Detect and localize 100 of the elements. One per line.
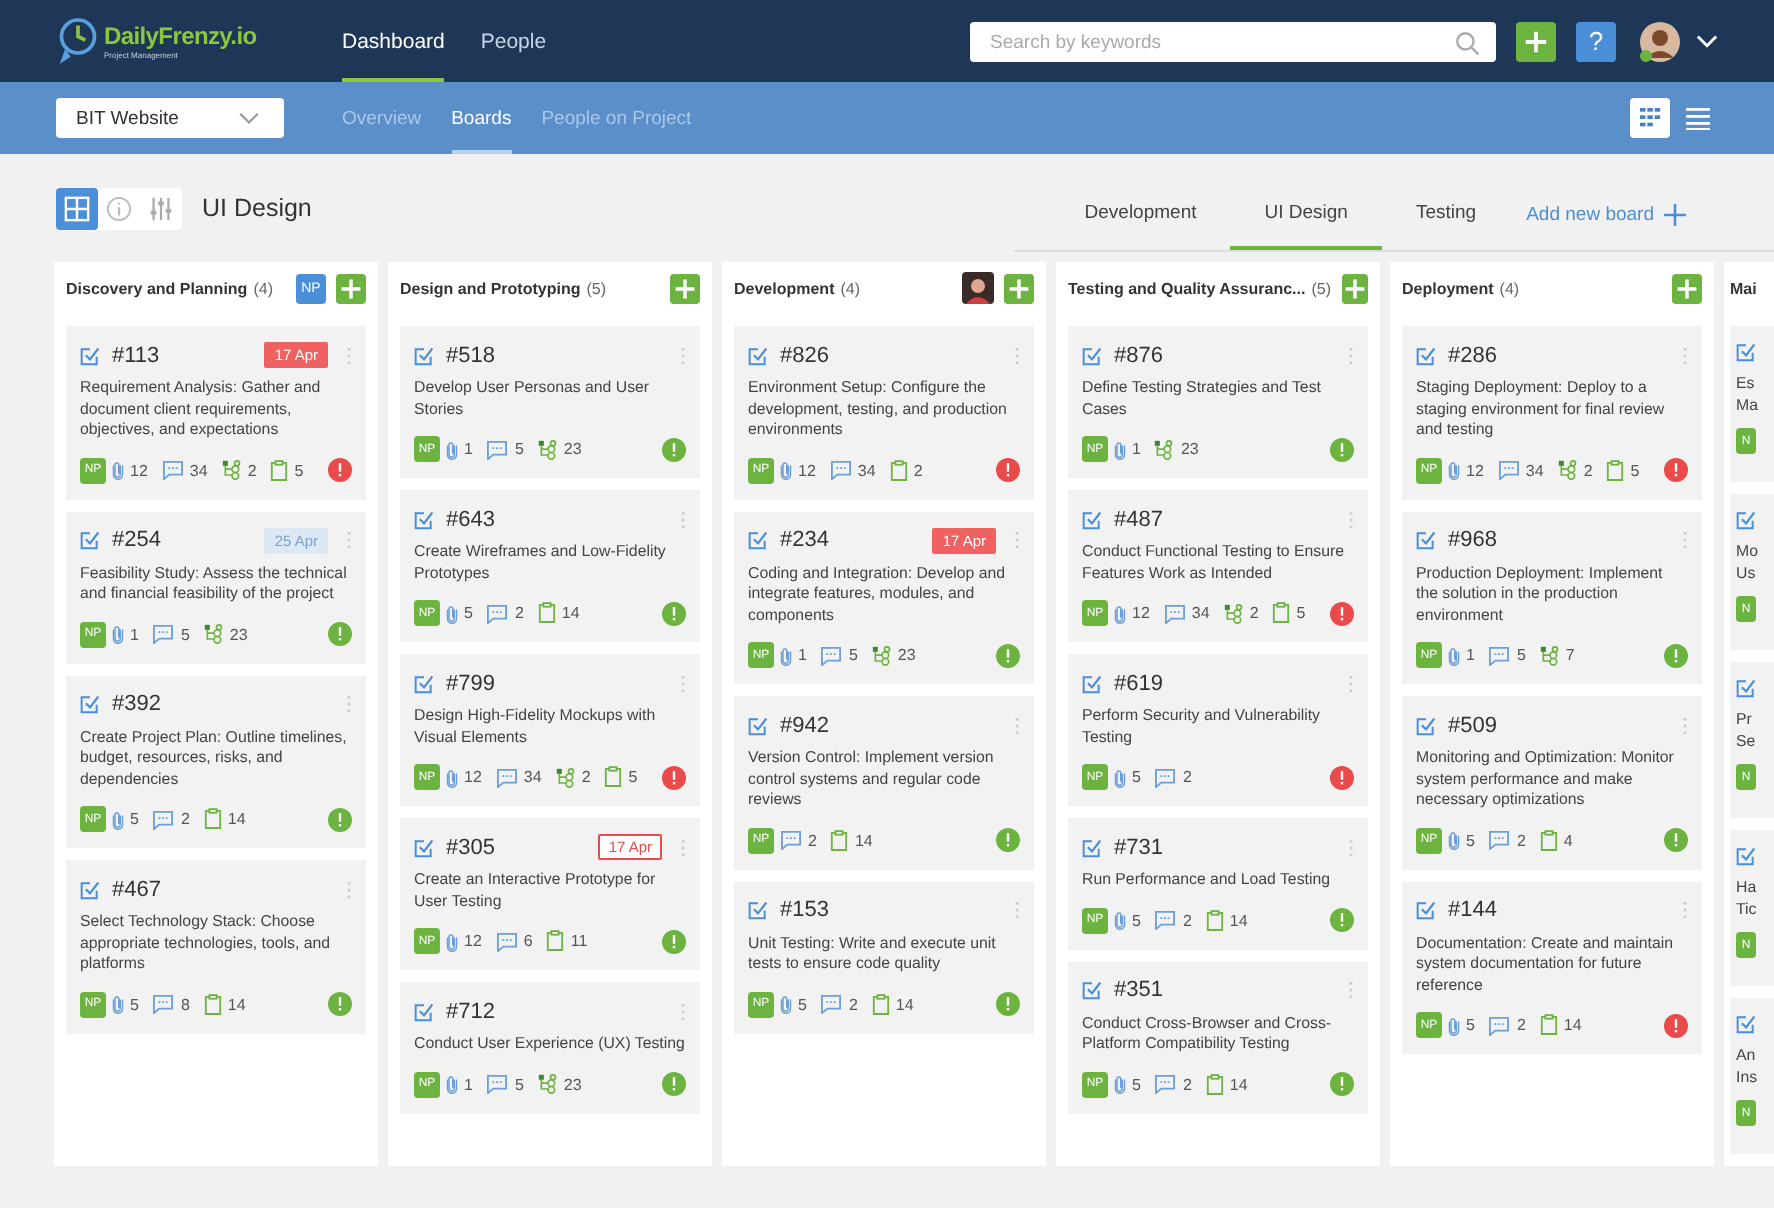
logo-icon: [56, 15, 100, 67]
checkbox-icon: [748, 900, 768, 920]
stat-count: 12: [1466, 461, 1484, 479]
stat-count: 5: [514, 1075, 524, 1093]
stat-count: 14: [227, 995, 246, 1013]
stat-count: 12: [798, 461, 816, 479]
stat-count: 12: [464, 768, 482, 786]
stat-count: 2: [1249, 604, 1259, 622]
grid-icon: [64, 195, 90, 221]
task-id: #351: [1114, 978, 1163, 1002]
clipboard-icon: [203, 808, 222, 830]
logo-name[interactable]: DailyFrenzy.io: [104, 22, 257, 50]
checkbox-icon: [414, 1001, 434, 1021]
paperclip-icon: [446, 603, 458, 623]
stat-count: 1: [1466, 646, 1475, 664]
board-tab[interactable]: Testing: [1381, 180, 1511, 250]
stat-count: 23: [563, 440, 582, 458]
stat-count: 5: [1296, 604, 1306, 622]
comment-icon: [1488, 830, 1511, 850]
stat-count: 5: [1466, 831, 1475, 849]
paperclip-icon: [1448, 645, 1460, 665]
stat-count: 8: [180, 995, 190, 1013]
comment-icon: [152, 994, 175, 1014]
stat-count: 2: [1182, 1075, 1192, 1093]
column-count: (5): [586, 279, 607, 297]
add-card-button[interactable]: [1672, 273, 1702, 303]
column-title: Discovery and Planning: [66, 279, 248, 297]
stat-count: 1: [798, 646, 807, 664]
paperclip-icon: [780, 994, 792, 1014]
stat-count: 2: [1516, 831, 1526, 849]
task-id: #643: [446, 507, 495, 531]
paperclip-icon: [1448, 830, 1460, 850]
checkbox-icon: [1082, 673, 1102, 693]
stat-count: 5: [130, 995, 139, 1013]
clipboard-icon: [203, 993, 222, 1015]
board-tab[interactable]: UI Design: [1230, 180, 1382, 250]
grid-view-button[interactable]: [1630, 98, 1670, 138]
subtask-icon: [1154, 439, 1175, 459]
paperclip-icon: [112, 809, 124, 829]
checkbox-icon: [1416, 530, 1436, 550]
stat-count: 5: [514, 440, 524, 458]
task-id: #942: [780, 713, 829, 737]
comment-icon: [486, 603, 509, 623]
paperclip-icon: [1114, 1074, 1126, 1094]
paperclip-icon: [112, 460, 124, 480]
clipboard-icon: [1272, 602, 1291, 624]
grid-icon: [1639, 107, 1661, 129]
stat-count: 23: [563, 1075, 582, 1093]
paperclip-icon: [780, 645, 792, 665]
add-button[interactable]: [1516, 21, 1556, 61]
subtask-icon: [1223, 603, 1244, 623]
nav-tab[interactable]: People: [480, 0, 547, 82]
checkbox-icon: [80, 530, 100, 550]
board-tab[interactable]: Development: [1050, 180, 1231, 250]
stat-count: 5: [1516, 646, 1526, 664]
project-select[interactable]: BIT Website: [56, 98, 284, 138]
column-title: Testing and Quality Assuranc...: [1068, 279, 1306, 297]
add-card-button[interactable]: [1342, 273, 1368, 303]
grid-button[interactable]: [56, 187, 98, 229]
checkbox-icon: [414, 345, 434, 365]
stat-count: 5: [464, 604, 473, 622]
checkbox-icon: [414, 837, 434, 857]
paperclip-icon: [446, 1074, 458, 1094]
stat-count: 1: [130, 625, 139, 643]
comment-icon: [780, 830, 802, 850]
chevron-icon[interactable]: [1696, 33, 1718, 49]
stat-count: 1: [464, 440, 473, 458]
stat-count: 5: [1630, 461, 1640, 479]
task-id: #619: [1114, 671, 1163, 695]
checkbox-icon: [414, 509, 434, 529]
search-icon: [1454, 29, 1480, 55]
clipboard-icon: [546, 930, 565, 952]
add-card-button[interactable]: [1004, 273, 1034, 303]
checkbox-icon: [1416, 345, 1436, 365]
add-card-button[interactable]: [670, 273, 700, 303]
stat-count: 34: [1525, 461, 1544, 479]
stat-count: 2: [581, 768, 591, 786]
clipboard-icon: [604, 766, 623, 788]
task-id: #254: [112, 528, 161, 552]
checkbox-icon: [1736, 510, 1756, 530]
comment-icon: [152, 809, 175, 829]
stat-count: 2: [1182, 768, 1192, 786]
checkbox-icon: [80, 345, 100, 365]
user-avatar[interactable]: [1638, 19, 1682, 63]
clipboard-icon: [889, 459, 908, 481]
checkbox-icon: [1736, 678, 1756, 698]
stat-count: 7: [1565, 646, 1575, 664]
checkbox-icon: [748, 715, 768, 735]
clipboard-icon: [1205, 909, 1224, 931]
clipboard-icon: [871, 993, 890, 1015]
clipboard-icon: [1205, 1073, 1224, 1095]
stat-count: 12: [130, 461, 148, 479]
search-field[interactable]: Search by keywords: [970, 22, 1496, 62]
stat-count: 23: [897, 646, 916, 664]
add-card-button[interactable]: [336, 273, 366, 303]
plus-icon: [340, 277, 362, 299]
assignee-avatar[interactable]: [962, 272, 994, 304]
column-title: Design and Prototyping: [400, 279, 581, 297]
plus-icon: [1664, 204, 1686, 226]
column-count: (4): [840, 279, 861, 297]
